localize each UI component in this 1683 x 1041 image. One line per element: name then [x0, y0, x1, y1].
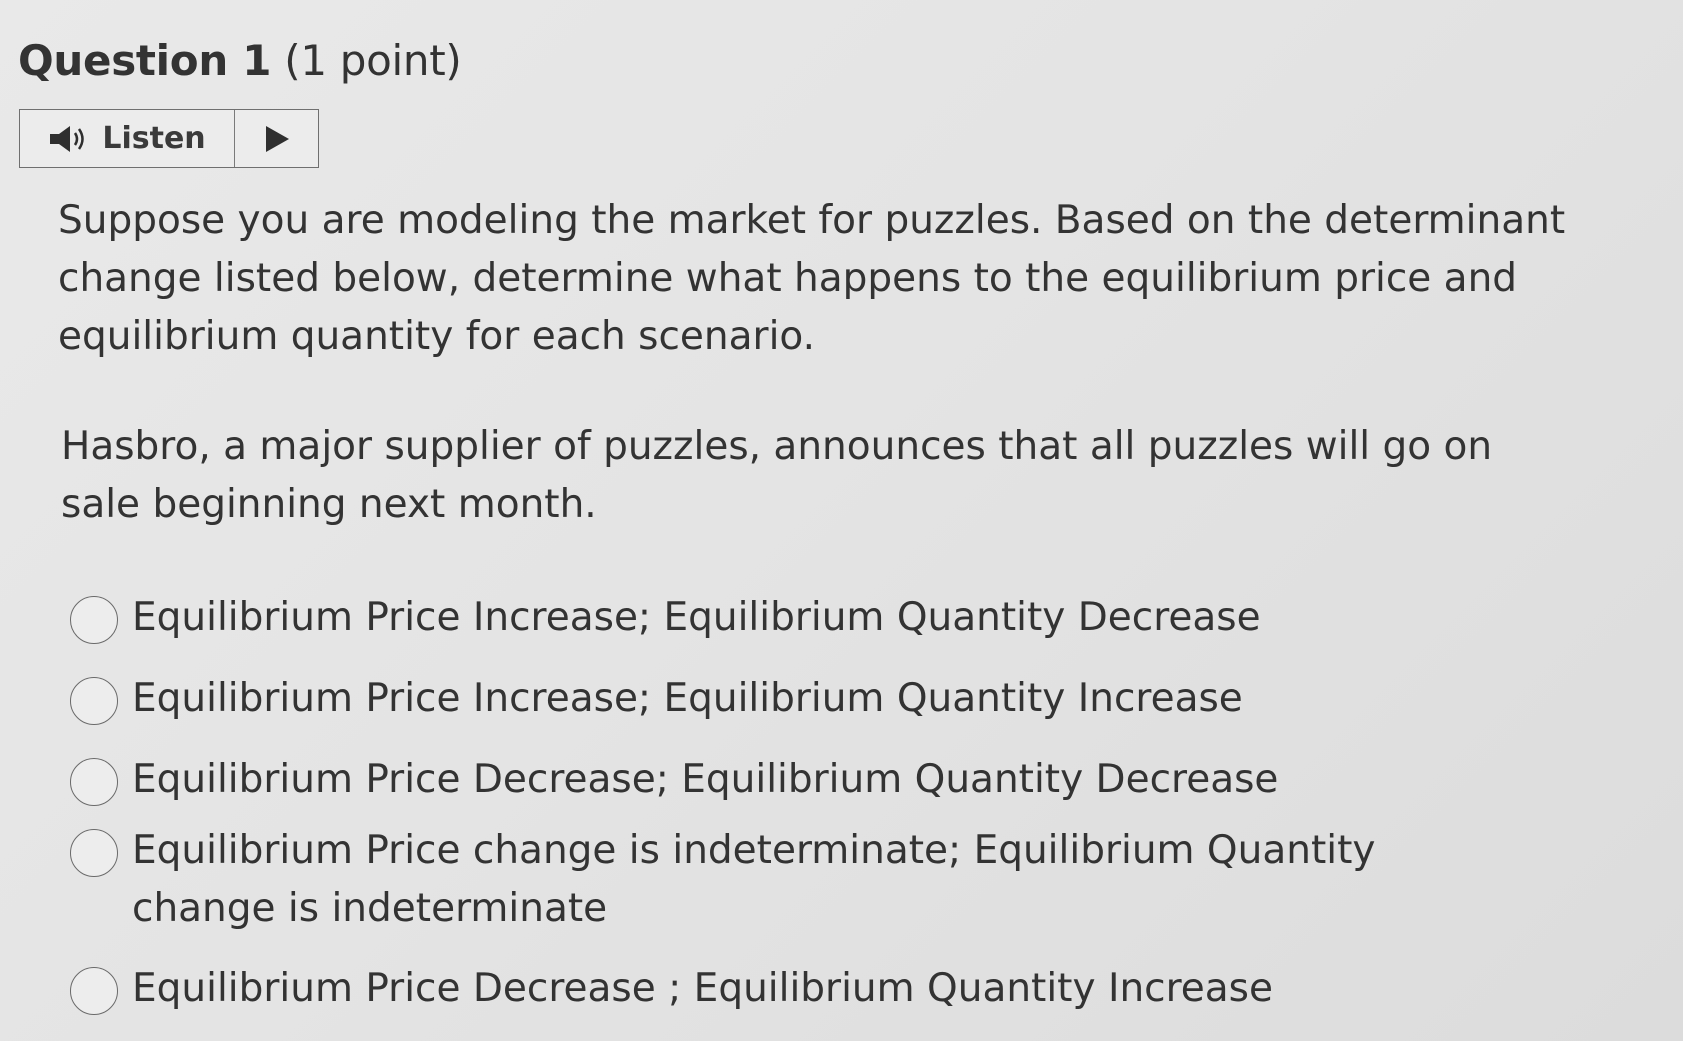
radio-button[interactable]	[70, 967, 118, 1015]
radio-button[interactable]	[70, 829, 118, 877]
play-button[interactable]	[235, 110, 318, 167]
answer-option-label: Equilibrium Price Increase; Equilibrium …	[132, 595, 1261, 640]
question-points: (1 point)	[284, 36, 462, 85]
answer-option-label: Equilibrium Price Decrease; Equilibrium …	[132, 757, 1279, 802]
question-number: Question 1	[18, 36, 272, 85]
question-prompt: Suppose you are modeling the market for …	[58, 198, 1566, 359]
speaker-icon	[48, 124, 92, 154]
answer-option-label: Equilibrium Price Decrease ; Equilibrium…	[132, 966, 1273, 1011]
answer-option[interactable]: Equilibrium Price change is indeterminat…	[70, 825, 1490, 938]
radio-button[interactable]	[70, 596, 118, 644]
answer-option[interactable]: Equilibrium Price Increase; Equilibrium …	[70, 673, 1243, 728]
quiz-page: Question 1 (1 point) Listen Suppose you …	[0, 0, 1683, 1041]
play-icon	[265, 125, 289, 152]
listen-button[interactable]: Listen	[20, 110, 235, 167]
listen-label: Listen	[102, 121, 206, 156]
question-title: Question 1 (1 point)	[18, 36, 462, 85]
answer-option-label: Equilibrium Price Increase; Equilibrium …	[132, 676, 1243, 721]
radio-button[interactable]	[70, 677, 118, 725]
answer-option-label: Equilibrium Price change is indeterminat…	[132, 828, 1376, 931]
answer-option[interactable]: Equilibrium Price Decrease; Equilibrium …	[70, 754, 1278, 809]
answer-option[interactable]: Equilibrium Price Decrease ; Equilibrium…	[70, 963, 1273, 1018]
radio-button[interactable]	[70, 758, 118, 806]
question-scenario: Hasbro, a major supplier of puzzles, ann…	[61, 424, 1493, 527]
listen-widget: Listen	[19, 109, 319, 168]
answer-option[interactable]: Equilibrium Price Increase; Equilibrium …	[70, 592, 1261, 647]
